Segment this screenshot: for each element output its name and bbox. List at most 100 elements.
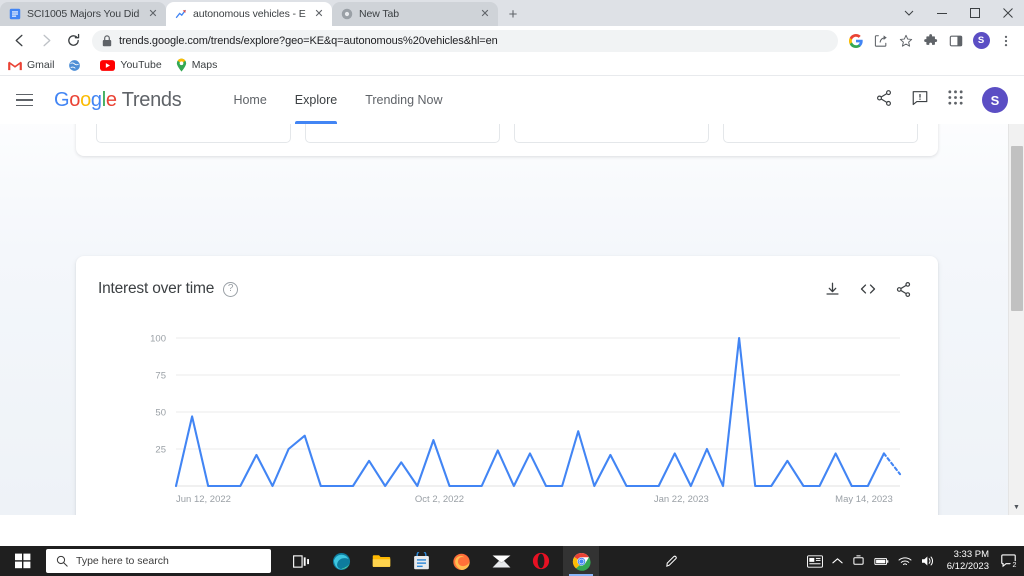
logo-letter: o [80, 88, 91, 111]
share-icon[interactable] [875, 89, 893, 112]
url-text: trends.google.com/trends/explore?geo=KE&… [119, 34, 498, 47]
address-bar[interactable]: trends.google.com/trends/explore?geo=KE&… [92, 29, 838, 52]
minimize-icon[interactable] [925, 0, 958, 26]
browser-tab-title: autonomous vehicles - Explore [193, 8, 306, 20]
battery-icon[interactable] [874, 557, 889, 566]
svg-text:100: 100 [150, 334, 166, 345]
trends-header-actions: S [875, 87, 1008, 113]
nav-item-explore[interactable]: Explore [281, 76, 351, 124]
browser-tab-1[interactable]: autonomous vehicles - Explore ✕ [166, 2, 332, 26]
back-icon[interactable] [6, 28, 32, 54]
news-weather-icon[interactable] [806, 554, 823, 568]
tab-search-icon[interactable] [892, 0, 925, 26]
svg-text:50: 50 [155, 408, 166, 419]
interest-over-time-chart[interactable]: 100 75 50 25 Jun 12, 2022 Oct 2, 2022 Jan 22,… [76, 324, 938, 515]
svg-text:75: 75 [155, 371, 166, 382]
svg-text:Oct 2, 2022: Oct 2, 2022 [415, 494, 464, 505]
edge-icon[interactable] [323, 546, 359, 576]
wifi-icon[interactable] [898, 556, 912, 567]
bookmarks-bar: Gmail YouTube Maps [0, 55, 1024, 76]
windows-taskbar: Type here to search 3:33 PM 6/12/2023 2 [0, 546, 1024, 576]
share-icon[interactable] [869, 29, 893, 53]
share-icon[interactable] [895, 281, 912, 298]
scroll-down-icon[interactable]: ▼ [1009, 499, 1024, 515]
chrome-icon[interactable] [563, 546, 599, 576]
nav-item-trending-now[interactable]: Trending Now [351, 76, 456, 124]
close-icon[interactable]: ✕ [478, 7, 492, 21]
logo-letter: G [54, 88, 70, 111]
youtube-icon [100, 59, 116, 71]
maps-icon [176, 58, 186, 72]
search-icon [56, 555, 68, 567]
google-icon[interactable] [844, 29, 868, 53]
nav-item-home[interactable]: Home [219, 76, 280, 124]
taskbar-search-input[interactable]: Type here to search [46, 549, 271, 573]
firefox-icon[interactable] [443, 546, 479, 576]
browser-toolbar: trends.google.com/trends/explore?geo=KE&… [0, 26, 1024, 55]
card-actions [824, 280, 912, 298]
download-icon[interactable] [824, 281, 841, 298]
embed-code-icon[interactable] [859, 280, 877, 298]
avatar-initial: S [972, 32, 990, 49]
close-icon[interactable]: ✕ [146, 7, 160, 21]
browser-tab-0[interactable]: SCI1005 Majors You Didn't Know ✕ [0, 2, 166, 26]
apps-grid-icon[interactable] [947, 89, 964, 111]
bookmark-youtube[interactable]: YouTube [100, 59, 162, 71]
action-center-icon[interactable]: 2 [1001, 554, 1019, 570]
svg-text:Jun 12, 2022: Jun 12, 2022 [176, 494, 231, 505]
chart-x-axis-labels: Jun 12, 2022 Oct 2, 2022 Jan 22, 2023 May 1… [176, 494, 893, 505]
trends-nav: Home Explore Trending Now [219, 76, 456, 124]
sidepanel-icon[interactable] [944, 29, 968, 53]
show-hidden-icons-icon[interactable] [832, 557, 843, 565]
bookmark-gmail[interactable]: Gmail [8, 59, 54, 71]
document-icon [9, 8, 21, 20]
trends-icon [175, 9, 186, 19]
close-window-icon[interactable] [991, 0, 1024, 26]
new-tab-button[interactable]: + [500, 2, 526, 26]
scrollbar-thumb[interactable] [1011, 146, 1023, 311]
pen-workspace-icon[interactable] [665, 555, 678, 568]
bookmark-maps[interactable]: Maps [176, 58, 217, 72]
system-tray: 3:33 PM 6/12/2023 2 [665, 549, 1024, 573]
forward-icon[interactable] [33, 28, 59, 54]
microsoft-store-icon[interactable] [403, 546, 439, 576]
profile-avatar[interactable]: S [969, 29, 993, 53]
line-chart-svg[interactable]: 100 75 50 25 Jun 12, 2022 Oct 2, 2022 Jan 22,… [76, 324, 938, 515]
bookmark-globe[interactable] [68, 59, 86, 72]
windows-start-icon[interactable] [0, 546, 46, 576]
avatar[interactable]: S [982, 87, 1008, 113]
volume-icon[interactable] [921, 555, 935, 567]
browser-tab-strip: SCI1005 Majors You Didn't Know ✕ autonom… [0, 0, 1024, 26]
logo-letter: e [105, 88, 117, 111]
card-header: Interest over time ? [76, 256, 938, 298]
taskbar-apps [283, 546, 599, 576]
task-view-icon[interactable] [283, 546, 319, 576]
trends-header: Go o g l e Trends Home Explore Trending Now [0, 76, 1024, 124]
extensions-icon[interactable] [919, 29, 943, 53]
chrome-icon [341, 8, 353, 20]
interest-over-time-card: Interest over time ? 100 75 50 25 Jun 12… [76, 256, 938, 515]
bookmark-label: YouTube [120, 59, 162, 71]
hamburger-icon[interactable] [16, 88, 40, 112]
page-title: Interest over time [98, 280, 215, 297]
file-explorer-icon[interactable] [363, 546, 399, 576]
lock-icon [102, 34, 112, 46]
page-scrollbar[interactable]: ▲ ▼ [1008, 76, 1024, 515]
reload-icon[interactable] [60, 28, 86, 54]
close-icon[interactable]: ✕ [312, 7, 326, 21]
browser-tab-2[interactable]: New Tab ✕ [332, 2, 498, 26]
clock-date: 6/12/2023 [946, 561, 989, 572]
svg-text:25: 25 [155, 445, 166, 456]
globe-icon [69, 59, 81, 71]
help-circle-icon[interactable]: ? [223, 281, 239, 297]
mail-icon[interactable] [483, 546, 519, 576]
opera-icon[interactable] [523, 546, 559, 576]
maximize-icon[interactable] [958, 0, 991, 26]
bookmark-star-icon[interactable] [894, 29, 918, 53]
taskbar-clock[interactable]: 3:33 PM 6/12/2023 [944, 549, 992, 573]
google-trends-logo[interactable]: Go o g l e Trends [54, 88, 182, 112]
onedrive-icon[interactable] [852, 555, 865, 567]
more-vertical-icon[interactable] [994, 29, 1018, 53]
feedback-icon[interactable] [911, 89, 929, 112]
svg-text:May 14, 2023: May 14, 2023 [835, 494, 893, 505]
